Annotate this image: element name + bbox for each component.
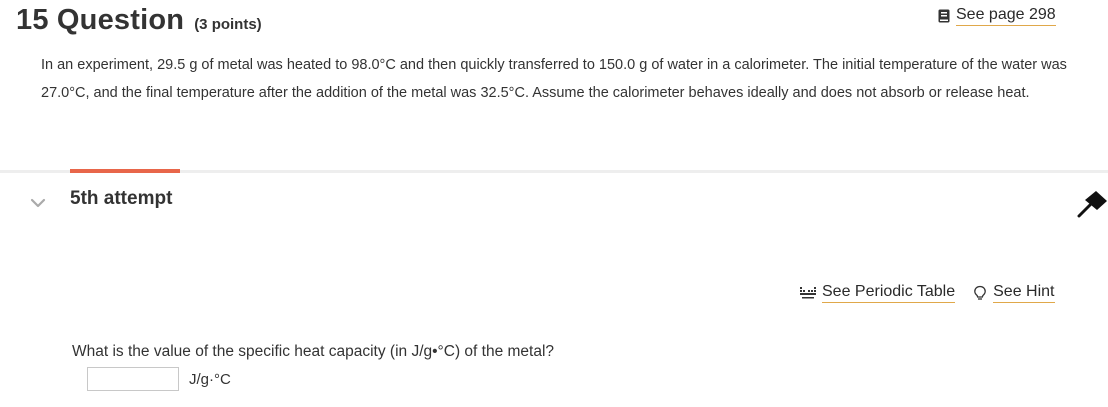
tools-bar: See Periodic Table See Hint <box>800 283 1055 303</box>
pin-icon[interactable] <box>1076 188 1108 218</box>
question-text: In an experiment, 29.5 g of metal was he… <box>41 57 1067 101</box>
question-title: 15 Question <box>16 4 185 36</box>
answer-row: J/g·°C <box>87 367 231 391</box>
question-header: 15 Question (3 points) <box>16 4 262 37</box>
attempt-label: 5th attempt <box>70 188 173 209</box>
periodic-table-icon <box>800 287 816 299</box>
periodic-table-label[interactable]: See Periodic Table <box>822 283 956 303</box>
periodic-table-link[interactable]: See Periodic Table <box>800 283 956 303</box>
answer-input[interactable] <box>87 367 179 391</box>
lightbulb-icon <box>974 285 986 300</box>
see-page-link[interactable]: See page 298 <box>938 6 1056 26</box>
book-icon <box>938 9 950 23</box>
answer-unit: J/g·°C <box>189 370 231 388</box>
hint-label[interactable]: See Hint <box>993 283 1055 303</box>
see-page-label[interactable]: See page 298 <box>956 6 1056 26</box>
chevron-down-icon[interactable] <box>30 196 46 208</box>
active-tab-indicator <box>70 169 180 173</box>
question-points: (3 points) <box>194 16 262 33</box>
answer-prompt: What is the value of the specific heat c… <box>72 343 555 360</box>
hint-link[interactable]: See Hint <box>973 283 1055 303</box>
